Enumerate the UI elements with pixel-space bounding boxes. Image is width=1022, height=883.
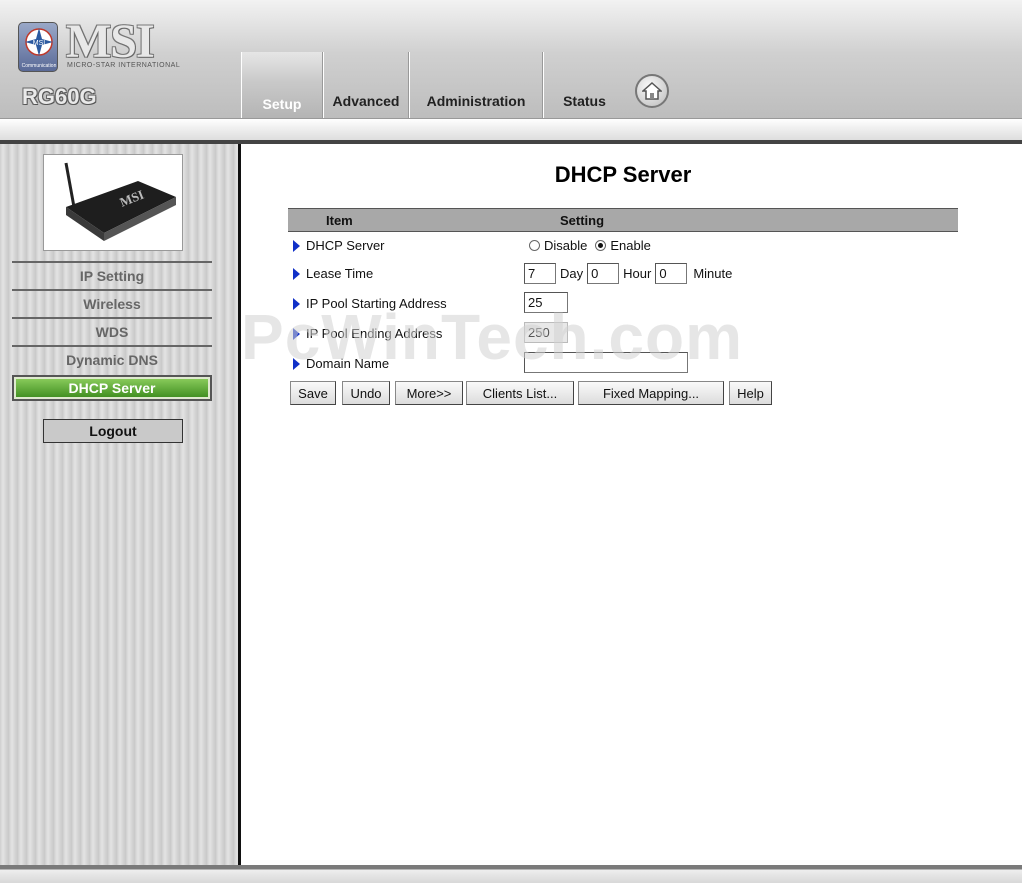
bullet-arrow-icon xyxy=(293,357,300,370)
sidebar-item-wds[interactable]: WDS xyxy=(12,317,212,345)
msi-badge-logo: MSI Communication xyxy=(18,22,58,72)
dhcp-enable-radio[interactable] xyxy=(595,240,607,251)
lease-time-controls: Day Hour Minute xyxy=(524,263,736,284)
header: MSI Communication MSI MICRO-STAR INTERNA… xyxy=(0,0,1022,118)
router-picture: MSI xyxy=(64,162,176,241)
header-divider xyxy=(0,118,1022,142)
lease-day-unit: Day xyxy=(560,266,584,281)
badge-caption: Communication xyxy=(21,63,57,69)
main-content: DHCP Server Item Setting DHCP Server Dis… xyxy=(241,144,1022,865)
tab-advanced[interactable]: Advanced xyxy=(323,52,409,118)
pool-start-input[interactable] xyxy=(524,292,568,313)
footer-bar xyxy=(0,865,1022,883)
domain-control xyxy=(524,352,688,373)
lease-minute-input[interactable] xyxy=(655,263,688,284)
model-name: RG60G xyxy=(22,84,97,109)
home-button[interactable] xyxy=(635,74,669,108)
logout-button[interactable]: Logout xyxy=(43,419,183,443)
sidebar-item-dhcp-server[interactable]: DHCP Server xyxy=(12,375,212,401)
svg-text:MSI: MSI xyxy=(33,40,46,47)
sidebar-item-ip-setting[interactable]: IP Setting xyxy=(12,261,212,289)
brand-area: MSI Communication MSI MICRO-STAR INTERNA… xyxy=(0,0,241,118)
row-domain-label: Domain Name xyxy=(293,356,389,371)
router-admin-page: MSI Communication MSI MICRO-STAR INTERNA… xyxy=(0,0,1022,883)
more-button[interactable]: More>> xyxy=(395,381,463,405)
dhcp-server-label: DHCP Server xyxy=(306,238,385,253)
page-title: DHCP Server xyxy=(554,162,692,187)
compass-star-icon: MSI xyxy=(25,28,53,56)
lease-hour-input[interactable] xyxy=(587,263,620,284)
undo-button[interactable]: Undo xyxy=(342,381,390,405)
pool-start-label: IP Pool Starting Address xyxy=(306,296,447,311)
save-button[interactable]: Save xyxy=(290,381,336,405)
fixed-mapping-button[interactable]: Fixed Mapping... xyxy=(578,381,724,405)
bullet-arrow-icon xyxy=(293,267,300,280)
lease-hour-unit: Hour xyxy=(623,266,652,281)
row-pool-start-label: IP Pool Starting Address xyxy=(293,296,447,311)
bullet-arrow-icon xyxy=(293,327,300,340)
sidebar-item-dynamic-dns[interactable]: Dynamic DNS xyxy=(12,345,212,373)
row-lease-time-label: Lease Time xyxy=(293,266,373,281)
domain-name-label: Domain Name xyxy=(306,356,390,371)
pool-end-input xyxy=(524,322,568,343)
dhcp-enable-label: Enable xyxy=(610,238,651,253)
pool-start-control xyxy=(524,292,568,313)
row-pool-end-label: IP Pool Ending Address xyxy=(293,326,442,341)
lease-minute-unit: Minute xyxy=(693,266,733,281)
dhcp-disable-radio[interactable] xyxy=(529,240,540,251)
domain-name-input[interactable] xyxy=(524,352,688,373)
row-dhcp-server-label: DHCP Server xyxy=(293,238,385,253)
clients-list-button[interactable]: Clients List... xyxy=(466,381,574,405)
column-header-setting: Setting xyxy=(560,213,605,228)
tab-administration[interactable]: Administration xyxy=(409,52,543,118)
help-button[interactable]: Help xyxy=(729,381,772,405)
pool-end-label: IP Pool Ending Address xyxy=(306,326,443,341)
bullet-arrow-icon xyxy=(293,297,300,310)
brand-logo: MSI xyxy=(66,15,155,68)
bullet-arrow-icon xyxy=(293,239,300,252)
sidebar-item-wireless[interactable]: Wireless xyxy=(12,289,212,317)
dhcp-disable-label: Disable xyxy=(544,238,588,253)
tab-setup[interactable]: Setup xyxy=(241,52,323,118)
tab-status[interactable]: Status xyxy=(543,52,625,118)
lease-time-label: Lease Time xyxy=(306,266,374,281)
column-header-item: Item xyxy=(326,213,353,228)
brand-subtitle: MICRO-STAR INTERNATIONAL xyxy=(67,62,181,69)
table-header: Item Setting xyxy=(288,208,958,232)
pool-end-control xyxy=(524,322,568,343)
lease-day-input[interactable] xyxy=(524,263,556,284)
router-device-image: MSI xyxy=(43,154,183,251)
home-icon xyxy=(642,81,662,100)
sidebar: MSI IP Setting Wireless WDS Dynamic DNS … xyxy=(0,144,238,865)
dhcp-server-radios: Disable Enable xyxy=(529,238,651,253)
